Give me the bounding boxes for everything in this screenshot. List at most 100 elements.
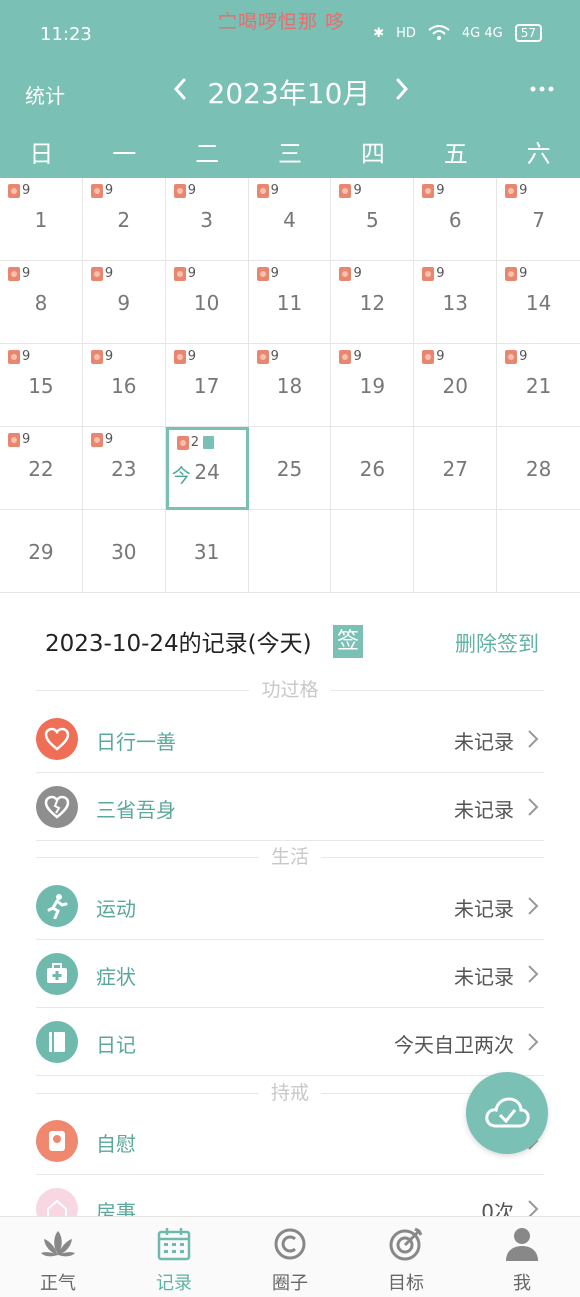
- section-merit: 功过格: [36, 679, 544, 701]
- status-bar: 11:23 㝉喝啰怛那 哆 ✱ HD 4G 4G 57: [0, 0, 580, 68]
- day-record-count: 9: [22, 349, 31, 364]
- day-number: 27: [442, 457, 468, 481]
- calendar-day[interactable]: 96: [414, 178, 498, 261]
- tissue-roll-icon: [339, 266, 352, 281]
- day-number: 12: [359, 291, 386, 315]
- calendar-day[interactable]: 27: [414, 427, 498, 510]
- month-title[interactable]: 2023年10月: [200, 72, 378, 112]
- day-number: 25: [276, 457, 303, 481]
- day-number: 29: [28, 540, 54, 564]
- calendar-day[interactable]: 28: [497, 427, 580, 510]
- tissue-roll-icon: [8, 183, 20, 198]
- day-record-tag: 9: [8, 432, 30, 447]
- tissue-roll-icon: [256, 183, 269, 198]
- day-record-count: 9: [104, 432, 114, 447]
- calendar-day[interactable]: 91: [0, 178, 83, 261]
- calendar-day[interactable]: 94: [249, 178, 332, 261]
- cloud-sync-button[interactable]: [466, 1072, 548, 1154]
- calendar-day[interactable]: 9 10: [166, 261, 249, 344]
- calendar-week: 9 8 9 9 9 10 9 11 9 12 9 13 9 14: [0, 261, 580, 344]
- day-record-tag: 9: [173, 266, 196, 281]
- day-record-tag: 2: [176, 435, 214, 450]
- status-icons: ✱ HD 4G 4G 57: [373, 24, 542, 42]
- calendar-day[interactable]: 9 16: [83, 344, 166, 427]
- status-time: 11:23: [40, 24, 92, 45]
- day-record-tag: 9: [339, 266, 362, 281]
- nav-zhengqi[interactable]: 正气: [0, 1217, 116, 1297]
- calendar-day[interactable]: 9 14: [497, 261, 580, 344]
- calendar-week: 91929394959697: [0, 178, 580, 261]
- calendar-day[interactable]: 9 15: [0, 344, 83, 427]
- day-record-tag: 9: [8, 266, 30, 281]
- calendar-day[interactable]: 26: [331, 427, 415, 510]
- nav-goals[interactable]: 目标: [348, 1217, 464, 1297]
- day-record-tag: 9: [256, 266, 279, 281]
- diary-book-icon: [36, 1021, 78, 1063]
- symptom-row[interactable]: 症状 未记录: [36, 940, 544, 1008]
- day-number: 22: [28, 457, 54, 481]
- day-record-count: 9: [104, 349, 114, 364]
- calendar-day[interactable]: 99: [83, 261, 166, 344]
- day-number: 20: [442, 374, 468, 398]
- tissue-roll-icon: [90, 349, 103, 364]
- day-record-tag: 9: [256, 183, 279, 198]
- day-record-count: 9: [270, 266, 279, 281]
- calendar-day[interactable]: 9 13: [414, 261, 498, 344]
- good-deed-label: 日行一善: [96, 730, 176, 754]
- tissue-roll-icon: [256, 266, 269, 281]
- calendar-day[interactable]: 9 19: [331, 344, 415, 427]
- nav-label: 我: [513, 1273, 531, 1294]
- section-label: 生活: [258, 846, 321, 868]
- circle-icon: [274, 1228, 306, 1260]
- calendar-day[interactable]: 95: [331, 178, 415, 261]
- tissue-roll-icon: [173, 349, 186, 364]
- calendar-day[interactable]: 9 18: [249, 344, 332, 427]
- next-month-icon[interactable]: [390, 74, 414, 104]
- tissue-roll-icon: [176, 435, 189, 450]
- calendar-day[interactable]: 98: [0, 261, 83, 344]
- tissue-roll-icon: [8, 266, 20, 281]
- calendar-day[interactable]: 9 21: [497, 344, 580, 427]
- weekday-label: 四: [360, 140, 385, 168]
- calendar-day: [331, 510, 415, 593]
- day-record-count: 9: [519, 183, 528, 198]
- statistics-button[interactable]: 统计: [25, 80, 65, 109]
- calendar-day[interactable]: 9 12: [331, 261, 415, 344]
- day-number: 16: [111, 374, 137, 398]
- more-icon[interactable]: [527, 74, 557, 104]
- nav-circle[interactable]: 圈子: [232, 1217, 348, 1297]
- day-record-count: 9: [436, 183, 445, 198]
- nav-records[interactable]: 记录: [116, 1217, 232, 1297]
- cloud-check-icon: [485, 1097, 530, 1128]
- target-icon: [389, 1227, 423, 1261]
- day-record-count: 2: [190, 435, 199, 450]
- exercise-row[interactable]: 运动 未记录: [36, 872, 544, 940]
- reflect-row[interactable]: 三省吾身 未记录: [36, 773, 544, 841]
- calendar-day[interactable]: 92: [83, 178, 166, 261]
- calendar-day[interactable]: 9 17: [166, 344, 249, 427]
- day-number: 21: [525, 374, 552, 398]
- good-deed-row[interactable]: 日行一善 未记录: [36, 705, 544, 773]
- diary-row[interactable]: 日记 今天自卫两次: [36, 1008, 544, 1076]
- day-number: 24: [194, 460, 220, 484]
- calendar-day[interactable]: 93: [166, 178, 249, 261]
- day-record-count: 9: [436, 349, 445, 364]
- chevron-right-icon: [528, 965, 539, 983]
- delete-sign-button[interactable]: 删除签到: [455, 628, 539, 658]
- nav-me[interactable]: 我: [464, 1217, 580, 1297]
- calendar-day[interactable]: 31: [166, 510, 249, 593]
- day-number: 6: [448, 208, 462, 232]
- calendar-day-today[interactable]: 2 今 24: [165, 427, 249, 510]
- calendar-day[interactable]: 25: [249, 427, 332, 510]
- diary-label: 日记: [96, 1033, 136, 1057]
- calendar-day[interactable]: 30: [83, 510, 166, 593]
- prev-month-icon[interactable]: [168, 74, 192, 104]
- day-record-count: 9: [22, 266, 31, 281]
- calendar-day[interactable]: 9 11: [249, 261, 332, 344]
- calendar-day[interactable]: 97: [497, 178, 580, 261]
- calendar-day[interactable]: 29: [0, 510, 83, 593]
- calendar-day[interactable]: 9 20: [414, 344, 498, 427]
- day-record-count: 9: [270, 349, 279, 364]
- calendar-day[interactable]: 9 23: [83, 427, 166, 510]
- calendar-day[interactable]: 9 22: [0, 427, 83, 510]
